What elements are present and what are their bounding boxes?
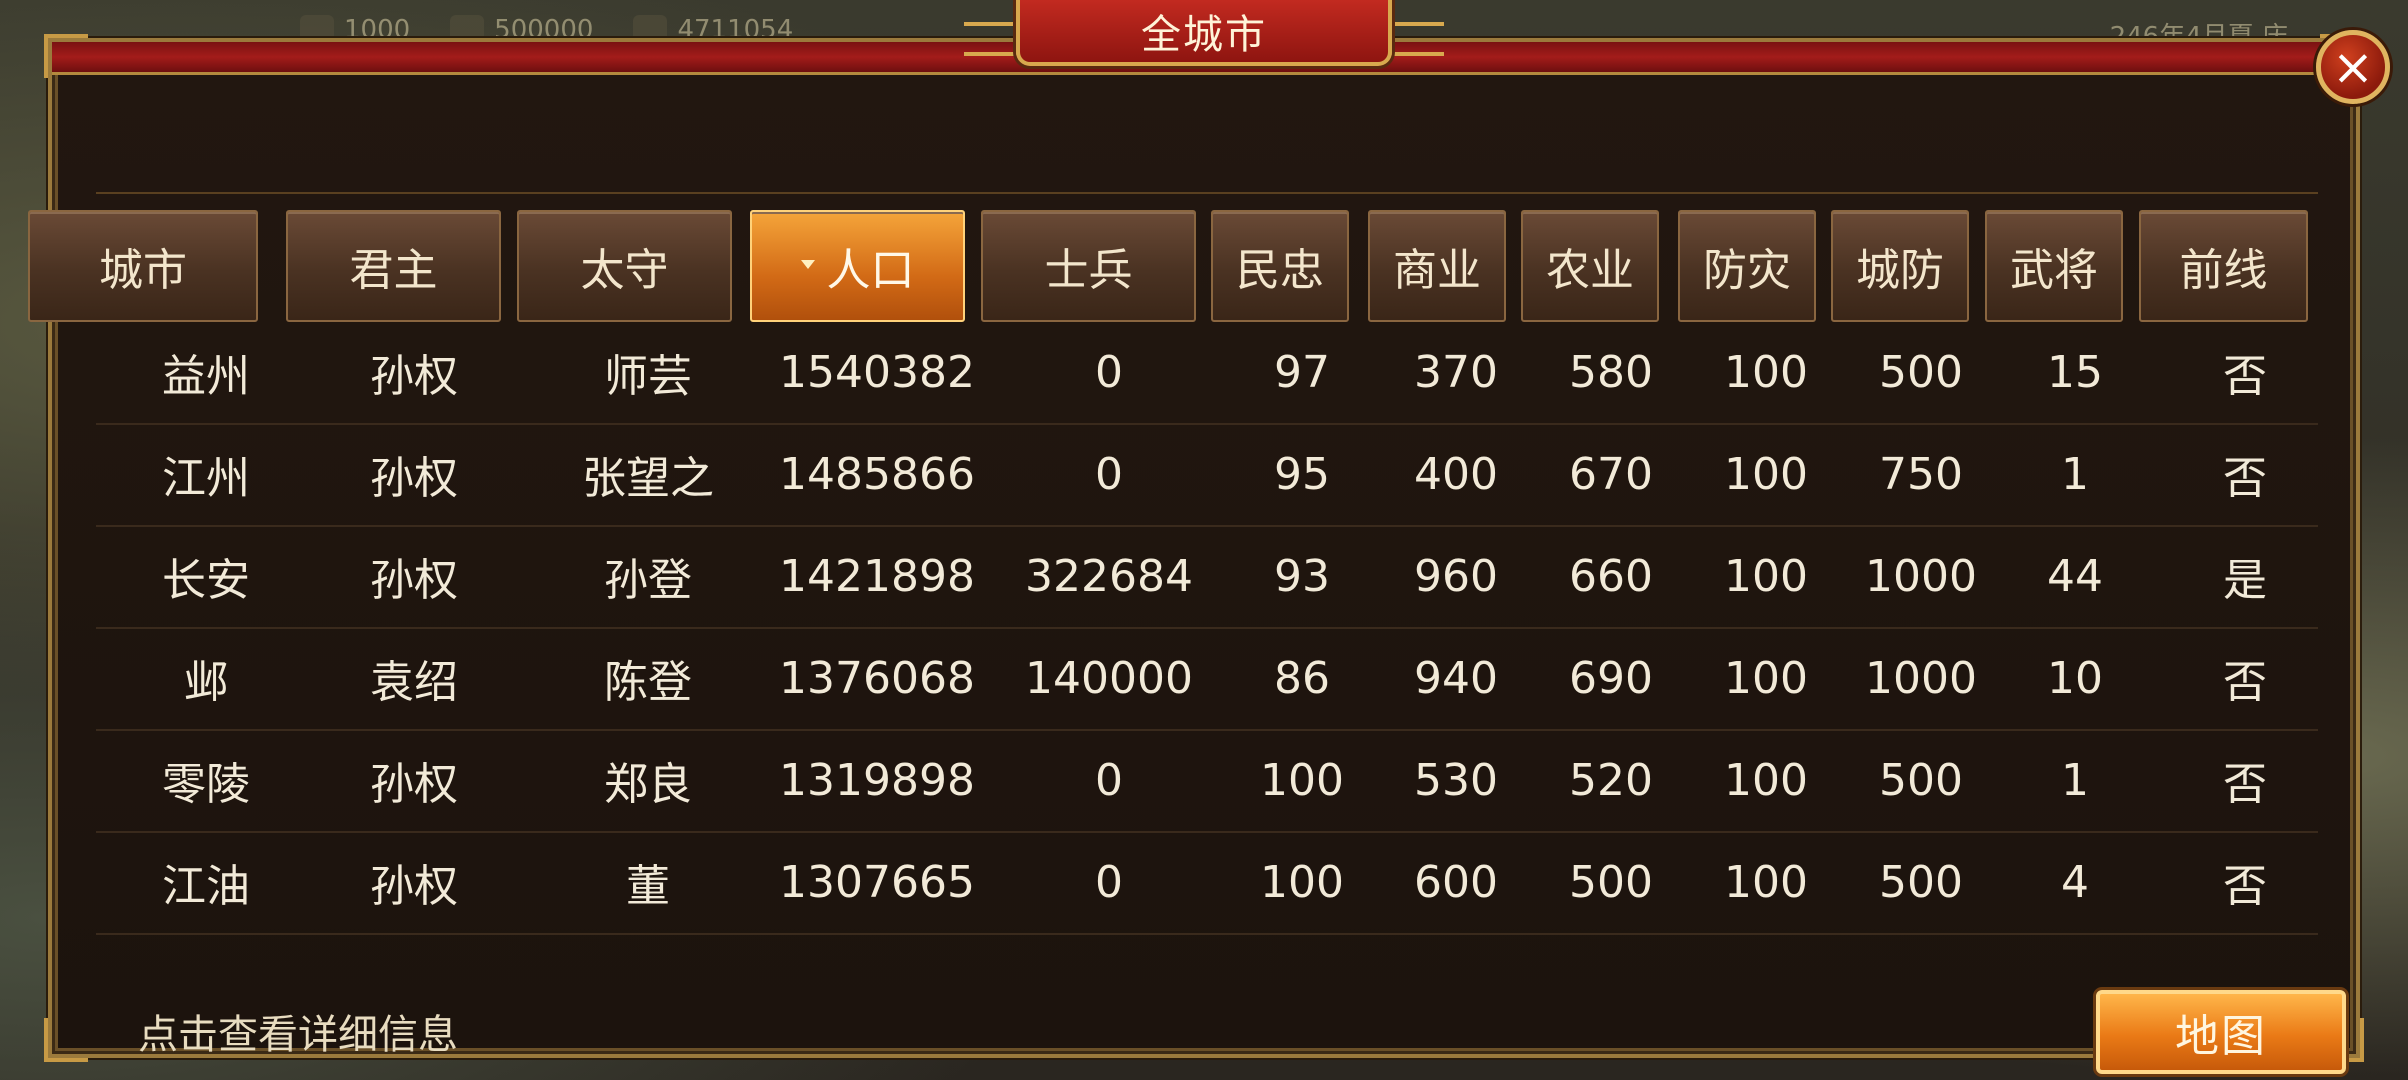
table-row[interactable]: 江油 孙权董 1307665 0 100 600 500 100 500 4 否	[96, 832, 2318, 935]
column-header-label: 民忠	[1236, 245, 1324, 296]
table-cell: 零陵	[162, 759, 250, 810]
column-header[interactable]: 民忠	[1211, 210, 1349, 322]
table-row[interactable]: 零陵 孙权 郑良 1319898 0 100 530 520 100 500 1 否	[96, 730, 2318, 833]
column-header[interactable]: 武将	[1985, 210, 2123, 322]
table-cell: 孙权	[370, 861, 458, 912]
column-header-label: 人口	[826, 245, 915, 296]
table-cell: 是	[2223, 555, 2267, 606]
cities-table: 城市 君主 太守 人口 士兵 民忠 商业 农业 防灾 城防 武将 前线 益州 孙权 师芸 1540382 0 9…	[28, 192, 2318, 962]
column-header[interactable]: 城市	[28, 210, 258, 322]
column-header-label: 商业	[1393, 245, 1481, 296]
table-cell: 1376068	[779, 652, 975, 704]
table-cell: 江油	[162, 861, 250, 912]
table-cell: 否	[2223, 657, 2267, 708]
column-header[interactable]: 君主	[286, 210, 501, 322]
close-icon: ×	[2332, 38, 2374, 96]
table-cell: 邺	[184, 657, 228, 708]
column-header-label: 城市	[99, 245, 187, 296]
table-cell: 孙登	[604, 555, 692, 606]
column-header[interactable]: 前线	[2139, 210, 2308, 322]
table-cell: 否	[2223, 759, 2267, 810]
map-button[interactable]: 地图	[2096, 990, 2346, 1074]
table-cell: 长安	[162, 555, 250, 606]
table-cell: 否	[2223, 861, 2267, 912]
table-cell: 0	[1095, 448, 1123, 500]
table-row[interactable]: 江州 孙权 张望之 1485866 0 95 400 670 100 750 1 否	[96, 424, 2318, 527]
column-header-label: 防灾	[1703, 245, 1791, 296]
table-cell: 140000	[1025, 652, 1193, 704]
column-header-label: 城防	[1856, 245, 1944, 296]
table-row[interactable]: 益州 孙权 师芸 1540382 0 97 370 580 100 500 15 否	[96, 322, 2318, 425]
table-cell: 陈登	[604, 657, 692, 708]
table-header: 城市 君主 太守 人口 士兵 民忠 商业 农业 防灾 城防 武将 前线	[28, 194, 2318, 322]
column-header[interactable]: 士兵	[981, 210, 1196, 322]
footer-hint: 点击查看详细信息	[138, 1012, 458, 1058]
column-header[interactable]: 商业	[1368, 210, 1506, 322]
column-header-label: 太守	[580, 245, 669, 296]
column-header-label: 士兵	[1044, 245, 1133, 296]
column-header[interactable]: 城防	[1831, 210, 1969, 322]
table-cell: 师芸	[604, 351, 692, 402]
column-header[interactable]: 农业	[1521, 210, 1659, 322]
table-row[interactable]: 邺袁绍 陈登 1376068 140000 86 940 690 100 1000 10 否	[96, 628, 2318, 731]
table-cell: 1421898	[779, 550, 975, 602]
panel-corner-ornament	[44, 34, 88, 78]
table-cell: 孙权	[370, 759, 458, 810]
column-header[interactable]: 太守	[517, 210, 732, 322]
table-cell: 袁绍	[370, 657, 458, 708]
table-cell: 1319898	[779, 754, 975, 806]
column-header-label: 农业	[1546, 245, 1634, 296]
sort-desc-icon	[800, 259, 815, 269]
table-cell: 322684	[1025, 550, 1193, 602]
table-cell: 1307665	[779, 856, 975, 908]
table-cell: 郑良	[604, 759, 692, 810]
all-cities-panel: 城市 君主 太守 人口 士兵 民忠 商业 农业 防灾 城防 武将 前线 益州 孙权 师芸 1540382 0 9…	[28, 34, 2364, 1074]
column-header-label: 前线	[2179, 245, 2268, 296]
table-cell: 益州	[162, 351, 250, 402]
panel-title: 全城市	[1016, 0, 1392, 66]
table-cell: 董	[626, 861, 670, 912]
column-header-label: 武将	[2010, 245, 2098, 296]
table-cell: 0	[1095, 346, 1123, 398]
column-header[interactable]: 人口	[750, 210, 965, 322]
table-cell: 否	[2223, 351, 2267, 402]
table-cell: 孙权	[370, 351, 458, 402]
table-cell: 1540382	[779, 346, 975, 398]
close-button[interactable]: ×	[2316, 30, 2390, 104]
table-cell: 1485866	[779, 448, 975, 500]
table-cell: 0	[1095, 754, 1123, 806]
column-header[interactable]: 防灾	[1678, 210, 1816, 322]
game-screen: 1000 500000 4711054 246年4月夏 庆 城市 君主 太守 人口 士兵…	[0, 0, 2408, 1080]
column-header-label: 君主	[349, 245, 438, 296]
panel-corner-ornament	[44, 1018, 88, 1062]
table-cell: 否	[2223, 453, 2267, 504]
table-cell: 孙权	[370, 453, 458, 504]
table-row[interactable]: 长安 孙权 孙登 1421898 322684 93 960 660 100 1000 44 是	[96, 526, 2318, 629]
table-cell: 0	[1095, 856, 1123, 908]
table-cell: 孙权	[370, 555, 458, 606]
table-cell: 江州	[162, 453, 250, 504]
table-cell: 张望之	[582, 453, 714, 504]
